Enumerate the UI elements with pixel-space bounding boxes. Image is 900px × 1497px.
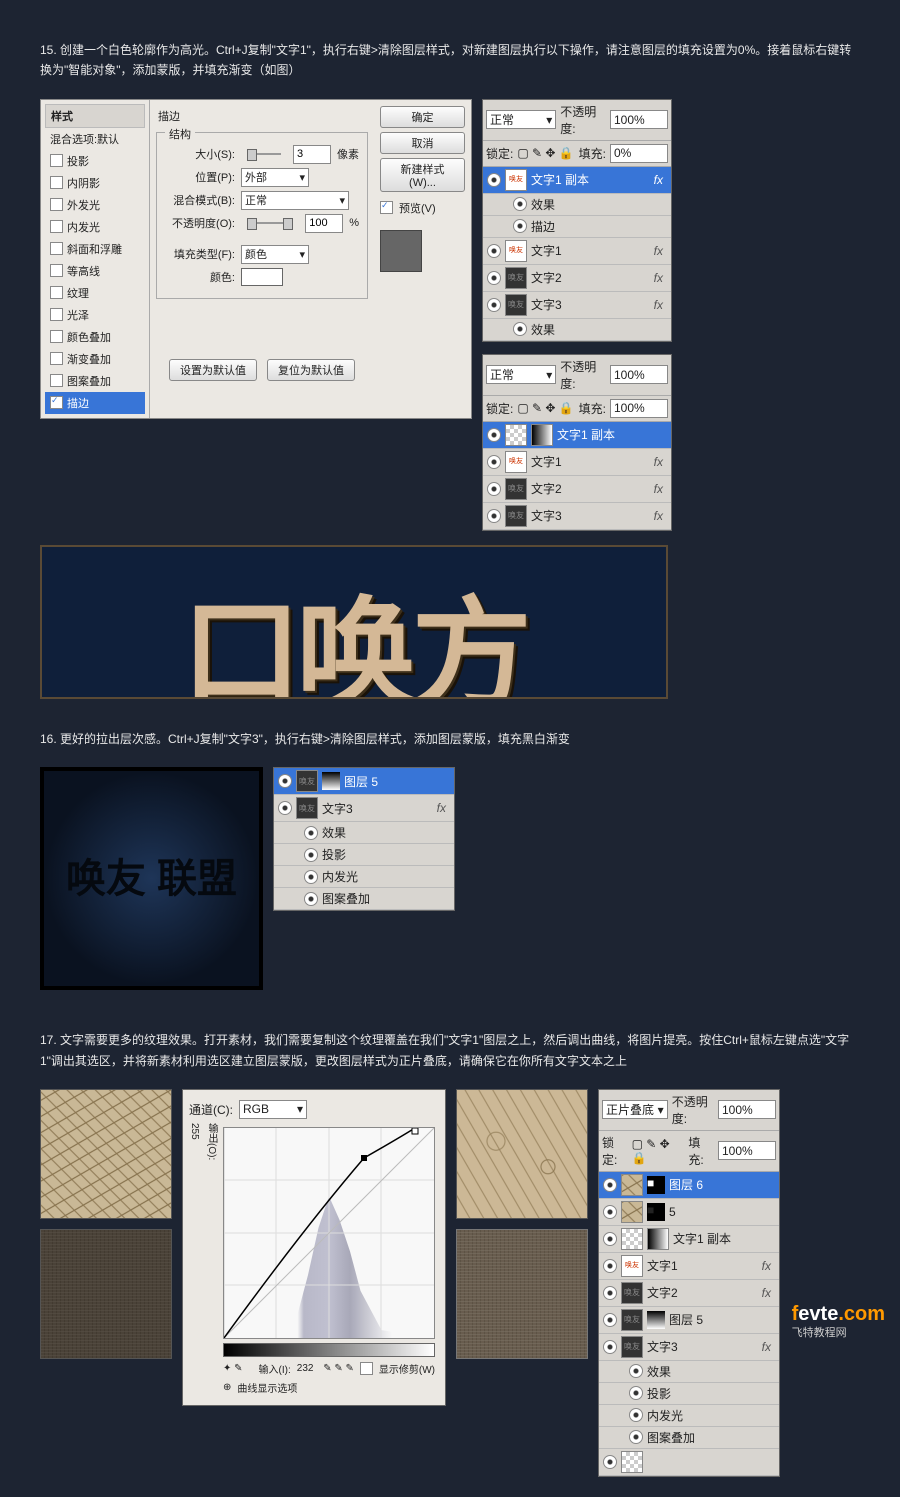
layer-row[interactable]: 唤友文字1fx bbox=[483, 238, 671, 265]
site-logo: fevte.com飞特教程网 bbox=[792, 1303, 885, 1340]
inner-glow-opt[interactable]: 内发光 bbox=[45, 216, 145, 238]
fx-row[interactable]: 效果 bbox=[599, 1361, 779, 1383]
layer-row[interactable]: 唤友文字3fx bbox=[483, 503, 671, 530]
inner-shadow-opt[interactable]: 内阴影 bbox=[45, 172, 145, 194]
lock-icons[interactable]: ▢ ✎ ✥ 🔒 bbox=[517, 146, 573, 160]
text-effect-preview: 口唤方 bbox=[40, 545, 668, 699]
fill-field[interactable]: 0% bbox=[610, 144, 668, 163]
stroke-title: 描边 bbox=[158, 111, 180, 123]
outer-glow-opt[interactable]: 外发光 bbox=[45, 194, 145, 216]
pattern-overlay-opt[interactable]: 图案叠加 bbox=[45, 370, 145, 392]
fx-row[interactable]: 内发光 bbox=[274, 866, 454, 888]
texture-crack-2 bbox=[456, 1089, 588, 1219]
layer-row[interactable]: 唤友文字3fx bbox=[599, 1334, 779, 1361]
opacity-slider[interactable] bbox=[247, 222, 293, 224]
set-default-button[interactable]: 设置为默认值 bbox=[169, 359, 257, 381]
texture-crack-1 bbox=[40, 1089, 172, 1219]
layer-row[interactable]: 文字1 副本 bbox=[483, 422, 671, 449]
layer-row[interactable]: ■5 bbox=[599, 1199, 779, 1226]
opacity-input[interactable] bbox=[305, 214, 343, 233]
blend-mode-select[interactable]: 正常▾ bbox=[486, 110, 556, 129]
new-style-button[interactable]: 新建样式(W)... bbox=[380, 158, 465, 192]
satin-opt[interactable]: 光泽 bbox=[45, 304, 145, 326]
color-overlay-opt[interactable]: 颜色叠加 bbox=[45, 326, 145, 348]
position-dropdown[interactable]: 外部▾ bbox=[241, 168, 309, 187]
layer-row[interactable] bbox=[599, 1449, 779, 1476]
eye-icon[interactable] bbox=[487, 173, 501, 187]
preview-swatch bbox=[380, 230, 422, 272]
layers-panel-1: 正常▾不透明度:100% 锁定:▢ ✎ ✥ 🔒填充:0% 唤友文字1 副本fx … bbox=[482, 99, 672, 342]
texture-rough-2 bbox=[456, 1229, 588, 1359]
fx-row[interactable]: 图案叠加 bbox=[274, 888, 454, 910]
layer-row[interactable]: 唤友图层 5 bbox=[599, 1307, 779, 1334]
layer-row[interactable]: 文字1 副本 bbox=[599, 1226, 779, 1253]
ok-button[interactable]: 确定 bbox=[380, 106, 465, 128]
fx-row[interactable]: 图案叠加 bbox=[599, 1427, 779, 1449]
layer-row[interactable]: 唤友文字3fx bbox=[274, 795, 454, 822]
bevel-opt[interactable]: 斜面和浮雕 bbox=[45, 238, 145, 260]
texture-rough-1 bbox=[40, 1229, 172, 1359]
curves-panel: 通道(C):RGB▾ 输出(O):255 ✦ ✎输入(I):232✎ ✎ ✎显示… bbox=[182, 1089, 446, 1406]
contour-opt[interactable]: 等高线 bbox=[45, 260, 145, 282]
reset-default-button[interactable]: 复位为默认值 bbox=[267, 359, 355, 381]
step-17-text: 17. 文字需要更多的纹理效果。打开素材，我们需要复制这个纹理覆盖在我们"文字1… bbox=[40, 1030, 860, 1071]
blend-mode-select[interactable]: 正片叠底▾ bbox=[602, 1100, 668, 1119]
layer-row[interactable]: 唤友文字1fx bbox=[599, 1253, 779, 1280]
blend-mode-select[interactable]: 正常▾ bbox=[486, 365, 556, 384]
layer-row[interactable]: 唤友文字1fx bbox=[483, 449, 671, 476]
layer-row[interactable]: 唤友文字2fx bbox=[483, 265, 671, 292]
preview-checkbox[interactable]: 预览(V) bbox=[399, 200, 436, 216]
color-swatch[interactable] bbox=[241, 268, 283, 286]
layer-row[interactable]: 唤友文字3fx bbox=[483, 292, 671, 319]
layer-row[interactable]: ■图层 6 bbox=[599, 1172, 779, 1199]
size-input[interactable] bbox=[293, 145, 331, 164]
fill-type-dropdown[interactable]: 颜色▾ bbox=[241, 245, 309, 264]
layers-panel-2: 正常▾不透明度:100% 锁定:▢ ✎ ✥ 🔒填充:100% 文字1 副本 唤友… bbox=[482, 354, 672, 531]
fx-row[interactable]: 效果 bbox=[274, 822, 454, 844]
layer-style-dialog: 样式 混合选项:默认 投影 内阴影 外发光 内发光 斜面和浮雕 等高线 纹理 光… bbox=[40, 99, 472, 419]
fx-row[interactable]: 投影 bbox=[274, 844, 454, 866]
styles-header: 样式 bbox=[45, 104, 145, 128]
layer-row[interactable]: 唤友文字1 副本fx bbox=[483, 167, 671, 194]
preview-image: 唤友 联盟 bbox=[40, 767, 263, 990]
layers-panel-4: 正片叠底▾不透明度:100% 锁定:▢ ✎ ✥ 🔒填充:100% ■图层 6 ■… bbox=[598, 1089, 780, 1477]
fx-stroke-row[interactable]: 描边 bbox=[483, 216, 671, 238]
drop-shadow-opt[interactable]: 投影 bbox=[45, 150, 145, 172]
curve-graph[interactable] bbox=[223, 1127, 435, 1339]
layer-row[interactable]: 唤友图层 5 bbox=[274, 768, 454, 795]
stroke-opt[interactable]: 描边 bbox=[45, 392, 145, 414]
layer-row[interactable]: 唤友文字2fx bbox=[483, 476, 671, 503]
layer-row[interactable]: 唤友文字2fx bbox=[599, 1280, 779, 1307]
structure-legend: 结构 bbox=[165, 126, 195, 142]
size-slider[interactable] bbox=[247, 153, 281, 155]
cancel-button[interactable]: 取消 bbox=[380, 132, 465, 154]
gradient-overlay-opt[interactable]: 渐变叠加 bbox=[45, 348, 145, 370]
fx-row[interactable]: 投影 bbox=[599, 1383, 779, 1405]
fx-row[interactable]: 效果 bbox=[483, 194, 671, 216]
fx-row[interactable]: 内发光 bbox=[599, 1405, 779, 1427]
step-16-text: 16. 更好的拉出层次感。Ctrl+J复制"文字3"，执行右键>清除图层样式，添… bbox=[40, 729, 860, 749]
blend-mode-dropdown[interactable]: 正常▾ bbox=[241, 191, 349, 210]
fx-row[interactable]: 效果 bbox=[483, 319, 671, 341]
opacity-field[interactable]: 100% bbox=[610, 110, 668, 129]
step-15-text: 15. 创建一个白色轮廓作为高光。Ctrl+J复制"文字1"，执行右键>清除图层… bbox=[40, 40, 860, 81]
layers-panel-3: 唤友图层 5 唤友文字3fx 效果 投影 内发光 图案叠加 bbox=[273, 767, 455, 911]
blend-options[interactable]: 混合选项:默认 bbox=[45, 128, 145, 150]
channel-dropdown[interactable]: RGB▾ bbox=[239, 1100, 307, 1119]
texture-opt[interactable]: 纹理 bbox=[45, 282, 145, 304]
